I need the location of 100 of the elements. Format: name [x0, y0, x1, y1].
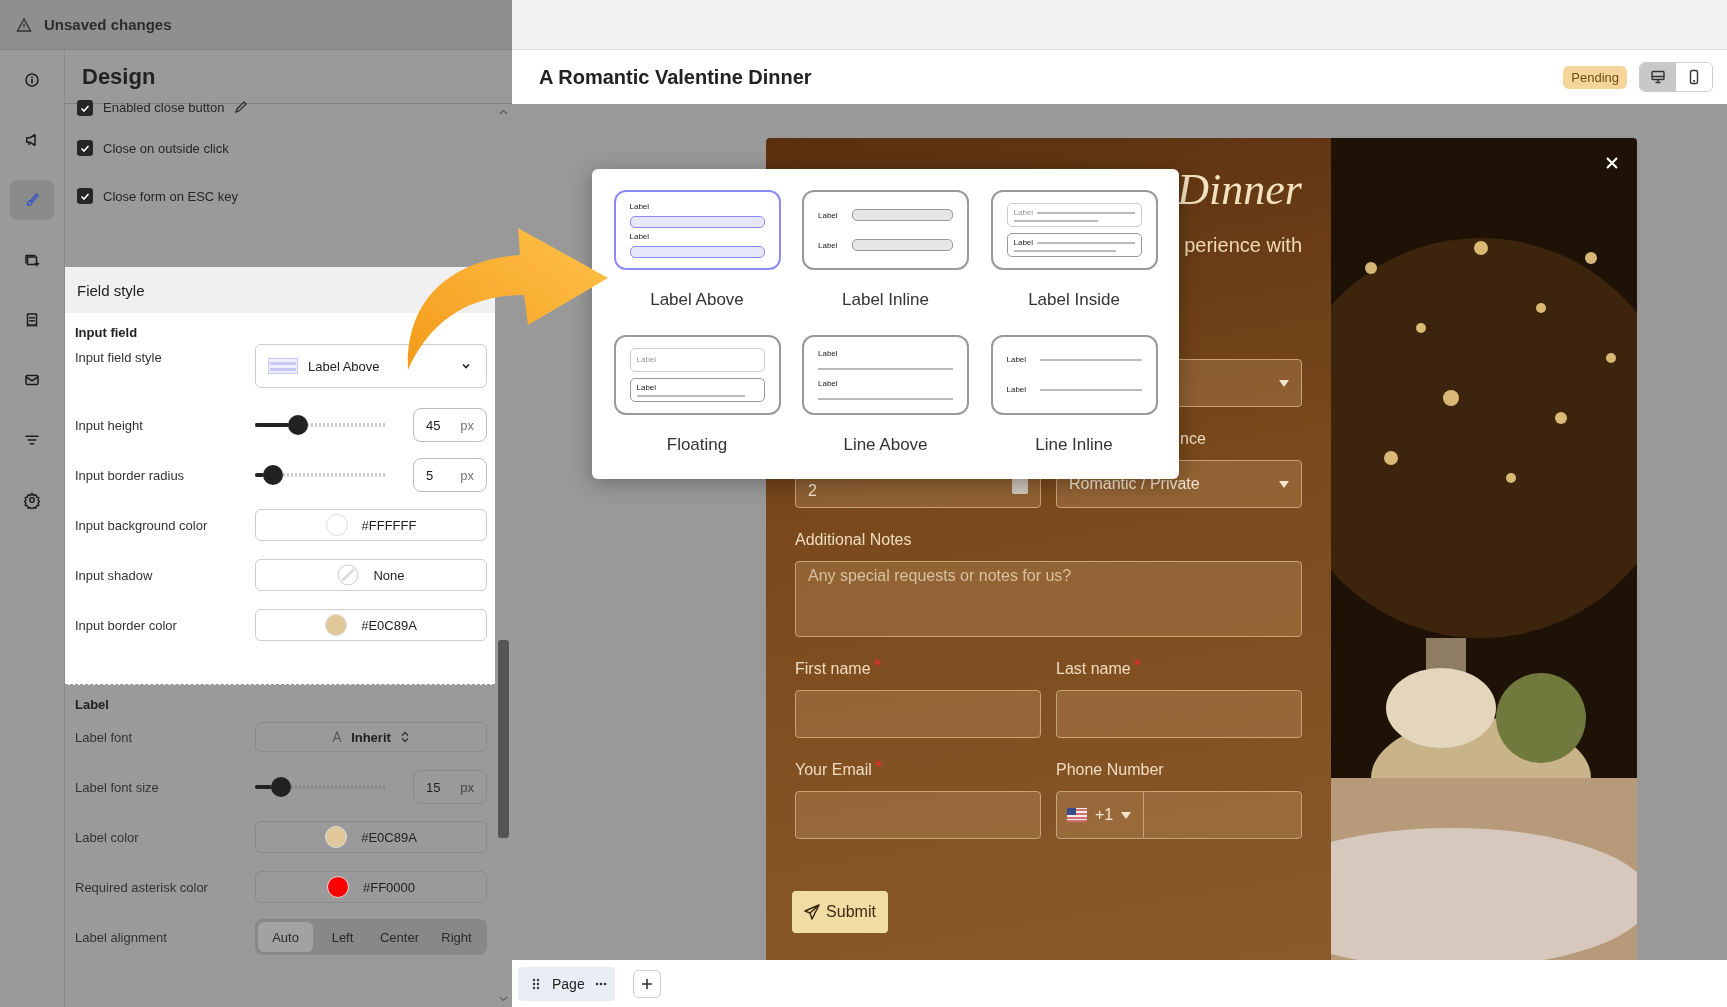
scroll-thumb[interactable]	[498, 640, 509, 838]
alignment-option[interactable]: Left	[315, 922, 370, 952]
preview-label: Label	[818, 349, 839, 359]
preview-label: Label	[1006, 385, 1027, 394]
field-label: First name	[795, 659, 871, 679]
form-heading: Dinner	[1177, 164, 1302, 216]
status-badge: Pending	[1563, 65, 1627, 89]
color-picker[interactable]: #E0C89A	[255, 609, 487, 641]
color-swatch	[325, 826, 348, 848]
unsaved-status: Unsaved changes	[44, 16, 172, 33]
text-field[interactable]	[795, 690, 1041, 738]
required-icon	[1133, 659, 1141, 666]
notes-field[interactable]: Any special requests or notes for us?	[795, 561, 1302, 637]
field-label: nce	[1180, 429, 1206, 449]
color-swatch	[325, 614, 348, 636]
slider-thumb[interactable]	[271, 777, 291, 797]
setting-label: Label alignment	[75, 929, 167, 945]
style-dropdown[interactable]: Label Above	[255, 344, 487, 388]
text-field[interactable]	[795, 791, 1041, 839]
phone-field[interactable]: +1	[1056, 791, 1302, 839]
font-icon	[331, 731, 344, 743]
style-option-label[interactable]: Label Inside	[1028, 290, 1120, 310]
slider-fill	[255, 473, 265, 477]
form-title: A Romantic Valentine Dinner	[539, 65, 813, 89]
style-option-label[interactable]: Line Inline	[1035, 434, 1113, 455]
preview-label: Label	[629, 232, 651, 242]
group-title: Input field	[74, 324, 139, 340]
slider-fill	[255, 423, 289, 427]
setting-label: Input background color	[75, 517, 208, 533]
checkbox[interactable]	[77, 188, 93, 204]
preview-label: Label	[818, 210, 838, 220]
setting-label: Required asterisk color	[75, 879, 208, 895]
required-icon	[873, 659, 881, 666]
alignment-option[interactable]: Center	[372, 922, 427, 952]
preview-label: Label	[818, 379, 839, 389]
field-label: Additional Notes	[795, 530, 912, 550]
number-field[interactable]: 15 px	[413, 770, 487, 804]
text-field[interactable]	[1056, 690, 1302, 738]
drag-handle-icon	[530, 977, 542, 990]
page-tab[interactable]: Page	[518, 966, 615, 1001]
alignment-option[interactable]: Auto	[258, 922, 313, 952]
slider-thumb[interactable]	[263, 465, 284, 485]
color-swatch	[326, 876, 349, 898]
form-subtitle: perience with	[1184, 233, 1302, 258]
preview-label: Label	[1013, 208, 1034, 217]
style-option-label[interactable]: Floating	[666, 434, 728, 455]
style-preview[interactable]: Label Label	[990, 334, 1158, 415]
color-picker[interactable]: #FFFFFF	[255, 509, 487, 541]
add-page-button[interactable]	[632, 969, 661, 998]
style-preview[interactable]: Label Label	[613, 334, 781, 415]
style-preview[interactable]: Label Label	[990, 190, 1158, 270]
style-option-label[interactable]: Label Above	[650, 290, 744, 310]
style-preview[interactable]: Label Label	[802, 334, 969, 415]
plus-icon	[640, 977, 653, 990]
checkbox[interactable]	[77, 100, 93, 116]
checkbox[interactable]	[77, 140, 93, 156]
info-icon	[23, 71, 41, 89]
preview-label: Label	[636, 355, 658, 364]
alignment-option[interactable]: Right	[429, 922, 484, 952]
slider-thumb[interactable]	[287, 415, 308, 435]
caret-icon	[1121, 811, 1132, 819]
number-field[interactable]: 5 px	[413, 458, 487, 492]
field-label: Your Email	[795, 760, 872, 780]
style-preview[interactable]: Label Label	[613, 190, 781, 270]
caret-icon	[1279, 379, 1289, 387]
style-preview[interactable]: Label Label	[802, 190, 969, 270]
checkbox-label: Close form on ESC key	[103, 188, 239, 204]
shadow-picker[interactable]: None	[255, 559, 487, 591]
style-option-label[interactable]: Label Inline	[842, 290, 929, 310]
preview-label: Label	[636, 382, 658, 392]
pencil-icon[interactable]	[234, 100, 249, 114]
preview-label: Label	[818, 240, 838, 250]
submit-button[interactable]: Submit	[792, 891, 888, 933]
panel-title: Design	[82, 63, 156, 90]
required-icon	[874, 760, 882, 767]
caret-icon	[1279, 480, 1289, 488]
device-button[interactable]	[1640, 63, 1676, 91]
field-label: Phone Number	[1056, 760, 1164, 780]
checkbox-label: Close on outside click	[103, 140, 229, 156]
preview-label: Label	[629, 202, 651, 212]
none-swatch-icon	[337, 564, 360, 586]
number-field[interactable]: 45 px	[413, 408, 487, 442]
color-picker[interactable]: #FF0000	[255, 871, 487, 903]
checkbox-label: Enabled close button	[103, 100, 225, 115]
style-preview-icon	[268, 358, 298, 374]
preview-label: Label	[1006, 355, 1027, 364]
close-icon[interactable]	[1605, 156, 1619, 170]
setting-label: Input border color	[75, 617, 177, 633]
warning-icon	[16, 16, 32, 33]
slider-fill	[255, 785, 272, 789]
font-picker[interactable]: Inherit	[255, 722, 487, 752]
setting-label: Input height	[75, 417, 143, 433]
country-code: +1	[1095, 806, 1114, 824]
setting-label: Input shadow	[75, 567, 153, 583]
setting-label: Label font size	[75, 779, 159, 795]
monitor-icon	[1650, 69, 1666, 85]
color-picker[interactable]: #E0C89A	[255, 821, 487, 853]
style-option-label[interactable]: Line Above	[843, 434, 928, 455]
section-title: Field style	[77, 281, 145, 299]
setting-label: Label color	[75, 829, 139, 845]
